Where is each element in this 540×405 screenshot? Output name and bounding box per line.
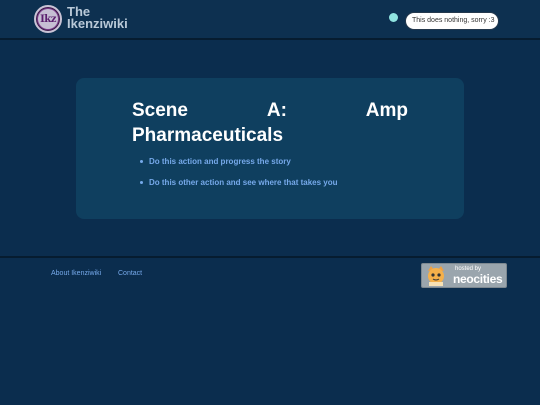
badge-big-text: neocities bbox=[453, 272, 503, 286]
neocities-badge[interactable]: hosted by neocities bbox=[421, 263, 507, 288]
search-input[interactable]: This does nothing, sorry :3 bbox=[405, 12, 499, 30]
title-word: A: bbox=[266, 100, 287, 121]
logo-mark: Ikz bbox=[38, 9, 58, 29]
site-header: Ikz The Ikenziwiki This does nothing, so… bbox=[0, 0, 540, 40]
page-title: Scene A: Amp Pharmaceuticals bbox=[132, 98, 408, 148]
about-link[interactable]: About Ikenziwiki bbox=[51, 270, 101, 277]
site-title-line2: Ikenziwiki bbox=[67, 16, 128, 31]
footer-divider bbox=[0, 256, 540, 258]
contact-link[interactable]: Contact bbox=[118, 270, 142, 277]
neocities-cat-icon bbox=[428, 266, 444, 286]
page-title-line2: Pharmaceuticals bbox=[132, 125, 284, 146]
choice-list: Do this action and progress the story Do… bbox=[140, 157, 338, 199]
title-word: Scene bbox=[132, 100, 188, 121]
choice-link-progress[interactable]: Do this action and progress the story bbox=[140, 157, 338, 166]
scene-card: Scene A: Amp Pharmaceuticals Do this act… bbox=[76, 78, 464, 219]
site-logo[interactable]: Ikz bbox=[34, 5, 62, 33]
page-title-line1: Scene A: Amp bbox=[132, 98, 408, 123]
choice-link-other[interactable]: Do this other action and see where that … bbox=[140, 178, 338, 187]
status-dot-icon bbox=[389, 13, 398, 22]
title-word: Amp bbox=[365, 100, 408, 121]
site-title[interactable]: The Ikenziwiki bbox=[67, 5, 128, 31]
